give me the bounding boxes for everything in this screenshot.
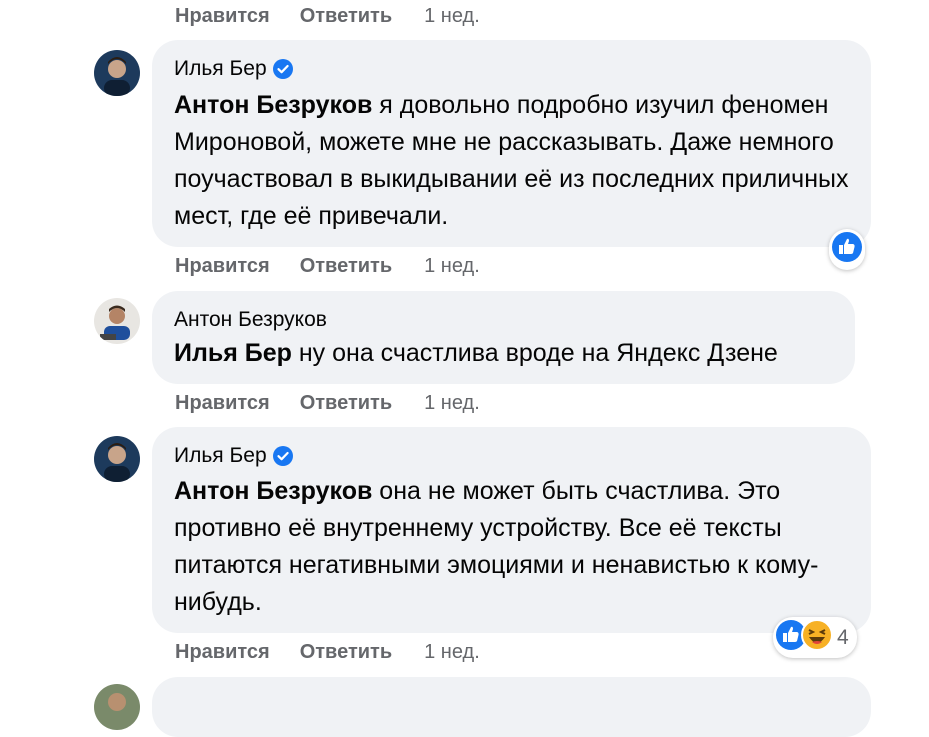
verified-badge-icon xyxy=(272,58,294,80)
author-name[interactable]: Илья Бер xyxy=(174,57,267,81)
comment-author[interactable]: Илья Бер xyxy=(174,57,294,81)
comment-text: Антон Безруков она не может быть счастли… xyxy=(174,477,819,616)
like-link[interactable]: Нравится xyxy=(175,255,270,278)
author-name[interactable]: Антон Безруков xyxy=(174,308,327,332)
comment-actions-prev: Нравится Ответить 1 нед. xyxy=(175,4,480,28)
like-link[interactable]: Нравится xyxy=(175,5,270,28)
timestamp[interactable]: 1 нед. xyxy=(424,255,480,278)
avatar-anton-bezrukov[interactable] xyxy=(94,298,140,344)
comment-author[interactable]: Антон Безруков xyxy=(174,308,327,332)
comment-bubble: Илья Бер Антон Безруков она не может быт… xyxy=(152,427,871,633)
reply-link[interactable]: Ответить xyxy=(300,255,392,278)
mention-link[interactable]: Илья Бер xyxy=(174,339,292,367)
comment-bubble: Илья Бер Антон Безруков я довольно подро… xyxy=(152,40,871,247)
avatar-next-comment[interactable] xyxy=(94,684,140,730)
timestamp[interactable]: 1 нед. xyxy=(424,5,480,28)
comment-author[interactable]: Илья Бер xyxy=(174,444,294,468)
like-link[interactable]: Нравится xyxy=(175,392,270,415)
mention-link[interactable]: Антон Безруков xyxy=(174,91,372,119)
reactions-badge[interactable] xyxy=(829,229,865,270)
avatar-ilya-ber[interactable] xyxy=(94,436,140,482)
comment-actions: Нравится Ответить 1 нед. xyxy=(175,640,480,664)
comment-actions: Нравится Ответить 1 нед. xyxy=(175,254,480,278)
haha-icon xyxy=(801,619,833,656)
like-icon xyxy=(831,231,863,268)
author-name[interactable]: Илья Бер xyxy=(174,444,267,468)
comment-text: Илья Бер ну она счастлива вроде на Яндек… xyxy=(174,339,778,367)
reactions-badge[interactable]: 4 xyxy=(773,617,857,658)
verified-badge-icon xyxy=(272,445,294,467)
timestamp[interactable]: 1 нед. xyxy=(424,392,480,415)
reply-link[interactable]: Ответить xyxy=(300,641,392,664)
avatar-ilya-ber[interactable] xyxy=(94,50,140,96)
comment-bubble: Антон Безруков Илья Бер ну она счастлива… xyxy=(152,291,855,384)
comment-bubble-partial xyxy=(152,677,871,737)
comment-actions: Нравится Ответить 1 нед. xyxy=(175,391,480,415)
mention-link[interactable]: Антон Безруков xyxy=(174,477,372,505)
reply-link[interactable]: Ответить xyxy=(300,5,392,28)
comment-text: Антон Безруков я довольно подробно изучи… xyxy=(174,91,849,230)
reply-link[interactable]: Ответить xyxy=(300,392,392,415)
timestamp[interactable]: 1 нед. xyxy=(424,641,480,664)
like-link[interactable]: Нравится xyxy=(175,641,270,664)
reaction-count: 4 xyxy=(837,625,849,649)
